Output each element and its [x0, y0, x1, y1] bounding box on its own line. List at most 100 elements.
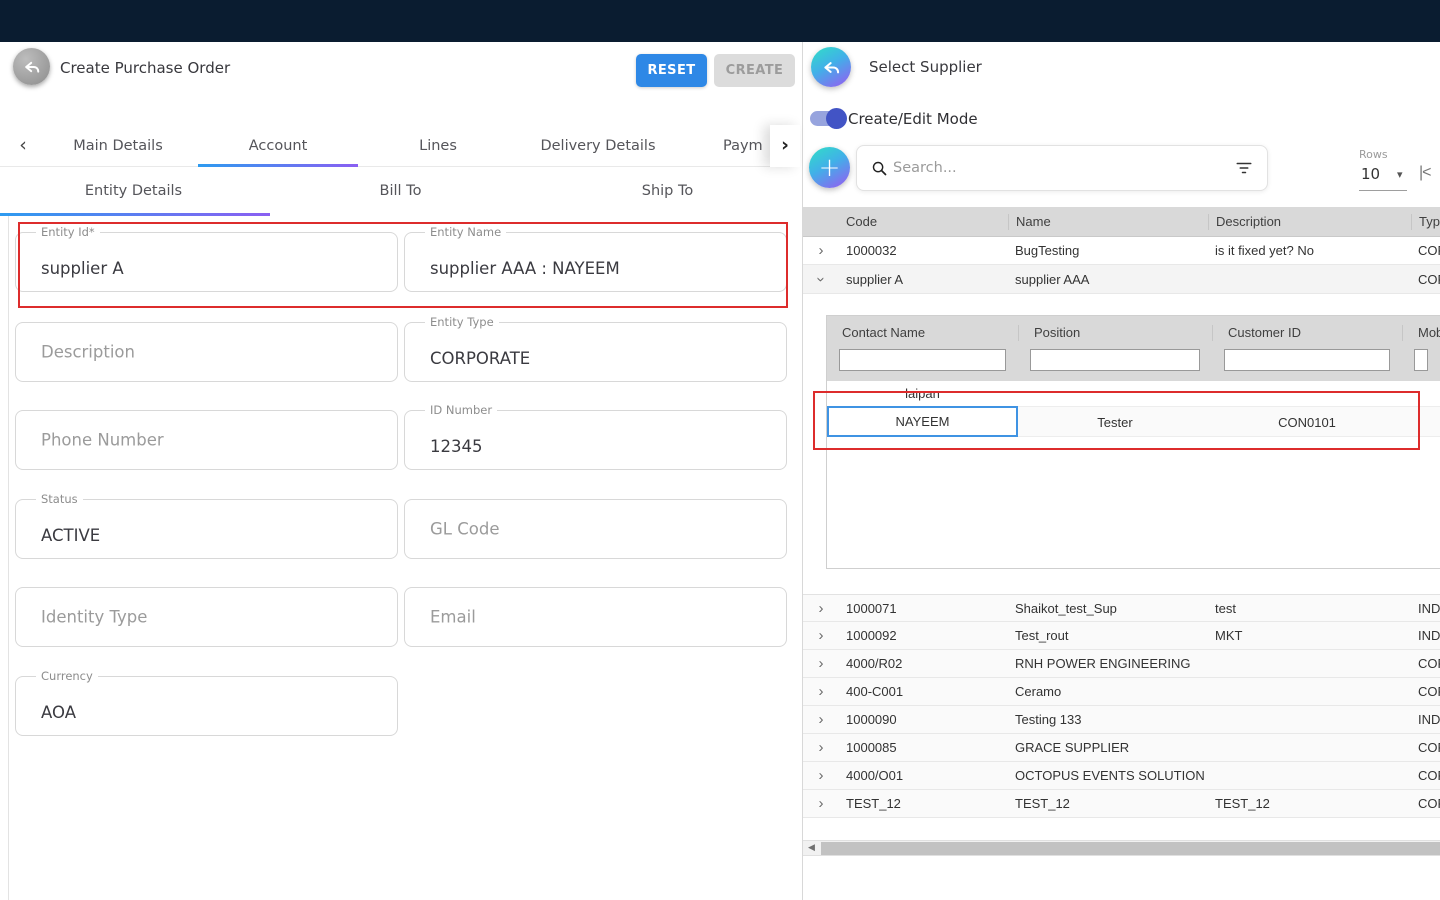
table-row[interactable]: › 1000032 BugTesting is it fixed yet? No…: [803, 237, 1440, 265]
active-tab-indicator: [198, 164, 358, 167]
contact-name-filter-input[interactable]: [839, 349, 1006, 371]
currency-label: Currency: [36, 669, 98, 683]
identity-type-placeholder: Identity Type: [41, 608, 147, 627]
cell-description: test: [1208, 601, 1411, 616]
table-row[interactable]: › 1000092 Test_rout MKT INDI: [803, 622, 1440, 650]
chevron-right-icon[interactable]: ›: [803, 243, 839, 258]
cell-code: 4000/O01: [839, 768, 1008, 783]
tab-scroll-left-icon[interactable]: ‹: [8, 125, 38, 167]
table-row[interactable]: › 1000071 Shaikot_test_Sup test INDI: [803, 594, 1440, 622]
subtab-bill-to[interactable]: Bill To: [267, 167, 534, 216]
cell-code: 1000085: [839, 740, 1008, 755]
entity-id-field[interactable]: Entity Id* supplier A: [15, 232, 398, 292]
cell-type: COR: [1411, 740, 1440, 755]
reset-button[interactable]: RESET: [636, 54, 707, 87]
tab-delivery-details[interactable]: Delivery Details: [518, 125, 678, 167]
id-number-label: ID Number: [425, 403, 497, 417]
contact-mobile-cell[interactable]: [1402, 406, 1440, 437]
horizontal-scrollbar[interactable]: ◀: [803, 840, 1440, 856]
back-arrow-icon: [22, 57, 42, 77]
create-button[interactable]: CREATE: [714, 54, 795, 87]
cell-type: INDI: [1411, 601, 1440, 616]
column-header-mobile[interactable]: Mobi: [1402, 325, 1440, 341]
chevron-right-icon[interactable]: ›: [803, 684, 839, 699]
cell-description: MKT: [1208, 628, 1411, 643]
selected-contact-name-cell[interactable]: NAYEEM: [827, 406, 1018, 437]
position-filter-input[interactable]: [1030, 349, 1200, 371]
column-header-name[interactable]: Name: [1008, 214, 1208, 230]
rows-per-page-widget: Rows 10 ▾: [1359, 148, 1429, 161]
currency-field[interactable]: Currency AOA: [15, 676, 398, 736]
create-edit-mode-toggle[interactable]: [810, 108, 847, 129]
entity-type-value: CORPORATE: [430, 349, 530, 368]
subtab-ship-to[interactable]: Ship To: [534, 167, 801, 216]
entity-name-field[interactable]: Entity Name supplier AAA : NAYEEM: [404, 232, 787, 292]
column-header-contact-name[interactable]: Contact Name: [827, 325, 1018, 341]
cell-type: COR: [1411, 656, 1440, 671]
scroll-left-arrow-icon[interactable]: ◀: [803, 841, 820, 855]
chevron-right-icon[interactable]: ›: [803, 656, 839, 671]
entity-name-value: supplier AAA : NAYEEM: [430, 259, 620, 278]
chevron-right-icon[interactable]: ›: [803, 768, 839, 783]
mobile-filter-input[interactable]: [1414, 349, 1428, 371]
contacts-filter-row: [827, 349, 1440, 371]
status-field[interactable]: Status ACTIVE: [15, 499, 398, 559]
customer-id-filter-input[interactable]: [1224, 349, 1390, 371]
column-header-code[interactable]: Code: [839, 214, 1008, 230]
tab-main-details[interactable]: Main Details: [38, 125, 198, 167]
table-row[interactable]: › 1000085 GRACE SUPPLIER COR: [803, 734, 1440, 762]
back-button[interactable]: [811, 47, 851, 87]
cell-code: TEST_12: [839, 796, 1008, 811]
form-left-divider: [8, 216, 9, 900]
cell-type: COR: [1411, 272, 1440, 287]
chevron-right-icon[interactable]: ›: [803, 712, 839, 727]
tab-payment[interactable]: Paym: [678, 125, 770, 167]
tab-account[interactable]: Account: [198, 125, 358, 167]
caret-down-icon[interactable]: ▾: [1397, 168, 1403, 181]
filter-icon[interactable]: [1235, 160, 1253, 176]
rows-label: Rows: [1359, 148, 1429, 161]
rows-per-page-select[interactable]: 10: [1361, 165, 1380, 183]
supplier-table-header: Code Name Description Type: [803, 207, 1440, 237]
contact-customer-id-cell[interactable]: CON0101: [1212, 406, 1402, 437]
add-supplier-button[interactable]: +: [809, 147, 850, 188]
table-row[interactable]: › 4000/O01 OCTOPUS EVENTS SOLUTION S... …: [803, 762, 1440, 790]
column-header-type[interactable]: Type: [1411, 214, 1440, 230]
first-page-icon[interactable]: |<: [1419, 164, 1431, 182]
main-tab-bar: ‹ Main Details Account Lines Delivery De…: [0, 125, 800, 167]
gl-code-field[interactable]: GL Code: [404, 499, 787, 559]
identity-type-field[interactable]: Identity Type: [15, 587, 398, 647]
table-row-expanded[interactable]: › supplier A supplier AAA COR: [803, 265, 1440, 294]
email-field[interactable]: Email: [404, 587, 787, 647]
table-row[interactable]: › 4000/R02 RNH POWER ENGINEERING COR: [803, 650, 1440, 678]
search-box: [856, 145, 1268, 191]
toggle-label: Create/Edit Mode: [848, 110, 978, 128]
table-row[interactable]: › 400-C001 Ceramo COR: [803, 678, 1440, 706]
tab-lines[interactable]: Lines: [358, 125, 518, 167]
contact-row-partial[interactable]: laipan: [827, 388, 1018, 405]
search-input[interactable]: [893, 146, 1223, 190]
panel-title: Select Supplier: [869, 58, 982, 76]
phone-number-placeholder: Phone Number: [41, 431, 164, 450]
column-header-description[interactable]: Description: [1208, 214, 1411, 230]
chevron-right-icon[interactable]: ›: [803, 740, 839, 755]
tab-scroll-right-icon[interactable]: ›: [770, 125, 800, 167]
contact-position-cell[interactable]: Tester: [1018, 406, 1212, 437]
column-header-position[interactable]: Position: [1018, 325, 1212, 341]
entity-type-field[interactable]: Entity Type CORPORATE: [404, 322, 787, 382]
chevron-down-icon[interactable]: ›: [814, 265, 829, 294]
id-number-field[interactable]: ID Number 12345: [404, 410, 787, 470]
chevron-right-icon[interactable]: ›: [803, 601, 839, 616]
column-header-customer-id[interactable]: Customer ID: [1212, 325, 1402, 341]
chevron-right-icon[interactable]: ›: [803, 628, 839, 643]
subtab-entity-details[interactable]: Entity Details: [0, 167, 267, 216]
chevron-right-icon[interactable]: ›: [803, 796, 839, 811]
contact-row[interactable]: NAYEEM Tester CON0101: [827, 406, 1440, 437]
description-field[interactable]: Description: [15, 322, 398, 382]
back-button[interactable]: [13, 48, 50, 85]
table-row[interactable]: › 1000090 Testing 133 INDI: [803, 706, 1440, 734]
scrollbar-thumb[interactable]: [821, 842, 1440, 855]
cell-name: OCTOPUS EVENTS SOLUTION S...: [1008, 768, 1208, 783]
phone-number-field[interactable]: Phone Number: [15, 410, 398, 470]
table-row[interactable]: › TEST_12 TEST_12 TEST_12 COR: [803, 790, 1440, 818]
